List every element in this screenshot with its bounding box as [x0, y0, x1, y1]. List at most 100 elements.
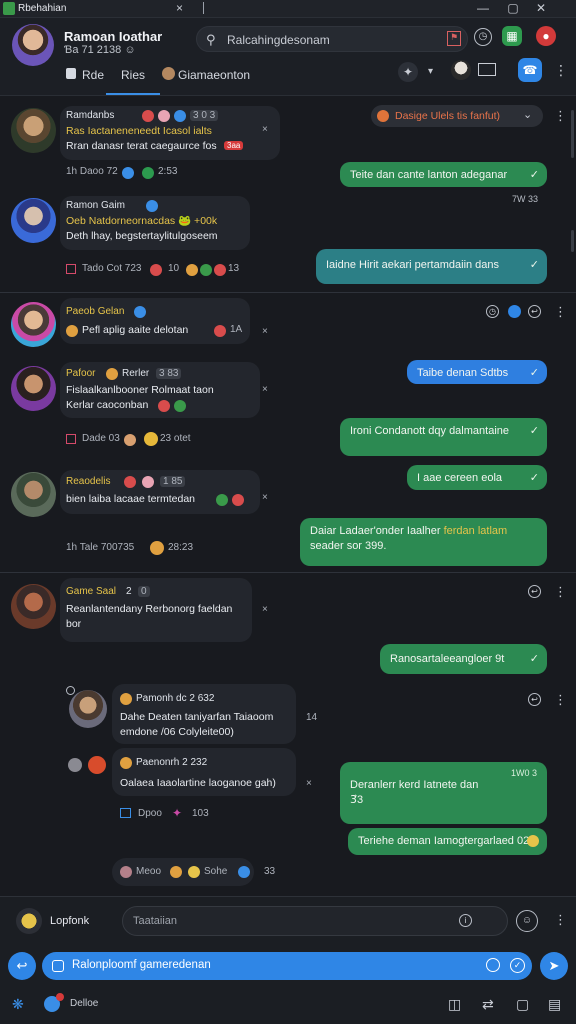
- tab-rde[interactable]: Rde: [82, 68, 104, 82]
- status-icon[interactable]: [508, 305, 521, 318]
- reply-icon[interactable]: ↩: [528, 585, 541, 598]
- history-icon[interactable]: ◷: [474, 28, 492, 46]
- reply-bar[interactable]: Ralonploomf gameredenan ✓: [42, 952, 532, 980]
- message-text: Rran danasr terat caegaurce fos: [66, 140, 217, 152]
- message-text: I aae cereen eola: [417, 472, 503, 484]
- contact-avatar[interactable]: [11, 366, 56, 411]
- message-input[interactable]: Taataiian i: [122, 906, 508, 936]
- more-options-icon[interactable]: ⋮: [554, 692, 567, 708]
- reaction-icon[interactable]: [186, 264, 198, 276]
- reply-icon[interactable]: ↩: [528, 693, 541, 706]
- timer-icon[interactable]: [486, 958, 500, 972]
- maximize-button[interactable]: ▢: [506, 1, 520, 15]
- incoming-message: Reaodelis 1 85 bien laiba lacaae termted…: [60, 470, 260, 514]
- layers-icon[interactable]: ▤: [548, 996, 561, 1013]
- minimize-button[interactable]: —: [476, 1, 490, 15]
- message-text: Reanlantendany Rerbonorg faeldan: [66, 603, 233, 615]
- tab-close-icon[interactable]: ×: [176, 1, 183, 15]
- apps-icon[interactable]: ❋: [12, 996, 24, 1013]
- more-options-icon[interactable]: ⋮: [554, 304, 567, 320]
- reaction-icon[interactable]: [214, 264, 226, 276]
- incoming-message: Game Saal 2 0 Reanlantendany Rerbonorg f…: [60, 578, 252, 642]
- contact-avatar[interactable]: [11, 584, 56, 629]
- badge: 3 0 3: [190, 110, 219, 121]
- timer-icon[interactable]: ◷: [486, 305, 499, 318]
- send-button[interactable]: ➤: [540, 952, 568, 980]
- pinned-banner[interactable]: Dasige Ulels tis fanfut) ⌄: [371, 105, 543, 127]
- thread-message: Paenonrh 2 232 Oalaea Iaaolartine laogan…: [112, 748, 296, 796]
- close-icon[interactable]: ×: [262, 124, 268, 135]
- emoji-picker-icon[interactable]: ☺: [516, 910, 538, 932]
- chevron-down-icon[interactable]: ⌄: [523, 108, 532, 121]
- window-icon[interactable]: ▢: [516, 996, 529, 1013]
- attach-button[interactable]: ↩: [8, 952, 36, 980]
- reaction-count: 10: [168, 263, 180, 274]
- contact-avatar-small[interactable]: [451, 60, 471, 80]
- close-icon[interactable]: ×: [306, 778, 312, 789]
- reaction-icon[interactable]: [68, 758, 82, 772]
- screen-share-icon[interactable]: [478, 63, 496, 76]
- thread-icon: [66, 686, 75, 695]
- incoming-message: Pafoor Rerler 3 83 Fislaalkanlbooner Rol…: [60, 362, 260, 418]
- tools-icon[interactable]: ✦: [398, 62, 418, 82]
- chevron-down-icon[interactable]: ▾: [428, 66, 433, 77]
- read-check-icon: ✓: [529, 425, 539, 437]
- close-icon[interactable]: ×: [262, 384, 268, 395]
- flag-icon[interactable]: ⚑: [447, 31, 461, 46]
- reaction-icon[interactable]: ✦: [172, 806, 182, 820]
- app-green-icon[interactable]: ▦: [502, 26, 522, 46]
- contact-avatar[interactable]: [11, 302, 56, 347]
- call-button[interactable]: ☎: [518, 58, 542, 82]
- outgoing-message: I aae cereen eola ✓: [407, 465, 547, 490]
- reaction-icon[interactable]: [124, 434, 136, 446]
- share-icon[interactable]: ⇄: [482, 996, 494, 1013]
- more-options-icon[interactable]: ⋮: [554, 912, 567, 928]
- tab-giamaeonton[interactable]: Giamaeonton: [178, 68, 250, 82]
- more-options-icon[interactable]: ⋮: [554, 62, 568, 79]
- message-text: emdone /06 Colyleite00): [120, 726, 234, 738]
- home-icon: [66, 68, 76, 79]
- notification-icon[interactable]: ●: [536, 26, 556, 46]
- message-count: 14: [306, 712, 318, 723]
- message-text: Iaidne Hirit aekari pertamdaiin dans: [326, 259, 500, 271]
- reaction-icon[interactable]: [122, 167, 134, 179]
- folder-icon: [120, 808, 131, 818]
- search-input[interactable]: Ralcahingdesonam: [227, 33, 330, 47]
- reaction-icon[interactable]: [200, 264, 212, 276]
- clipboard-icon[interactable]: ◫: [448, 996, 461, 1013]
- reaction-icon[interactable]: [88, 756, 106, 774]
- info-icon[interactable]: i: [459, 914, 472, 927]
- contact-avatar[interactable]: [11, 108, 56, 153]
- search-bar[interactable]: ⚲ Ralcahingdesonam ⚑: [196, 26, 468, 52]
- scrollbar-thumb-2[interactable]: [571, 230, 574, 252]
- message-text: bor: [66, 618, 82, 630]
- reply-icon[interactable]: ↩: [528, 305, 541, 318]
- more-options-icon[interactable]: ⋮: [554, 108, 567, 124]
- reaction-icon[interactable]: [150, 541, 164, 555]
- more-options-icon[interactable]: ⋮: [554, 584, 567, 600]
- badge: 3 83: [156, 368, 182, 379]
- reaction-icon[interactable]: [142, 167, 154, 179]
- close-icon[interactable]: ×: [262, 326, 268, 337]
- message-text: Kerlar caoconban: [66, 399, 149, 411]
- message-time: 28:23: [168, 542, 194, 553]
- emoji-icon: [120, 693, 132, 705]
- contact-avatar[interactable]: [11, 472, 56, 517]
- reaction-icon[interactable]: [144, 432, 158, 446]
- reply-input[interactable]: Ralonploomf gameredenan: [72, 959, 211, 971]
- thread-reactions[interactable]: Meoo Sohe: [112, 858, 254, 886]
- contact-avatar[interactable]: [11, 198, 56, 243]
- confirm-icon[interactable]: ✓: [510, 958, 525, 973]
- profile-avatar[interactable]: [12, 24, 54, 66]
- message-text: Ranosartaleeangloer 9t: [390, 653, 505, 665]
- close-icon[interactable]: ×: [262, 604, 268, 615]
- tab-ries[interactable]: Ries: [121, 68, 145, 82]
- contact-avatar[interactable]: [69, 690, 107, 728]
- outgoing-message: Ironi Condanott dqy dalmantaine ✓: [340, 418, 547, 456]
- window-title: Rbehahian: [18, 3, 67, 14]
- close-window-button[interactable]: ✕: [534, 1, 548, 15]
- search-icon: ⚲: [206, 32, 216, 47]
- scrollbar-thumb[interactable]: [571, 110, 574, 158]
- reaction-icon[interactable]: [150, 264, 162, 276]
- close-icon[interactable]: ×: [262, 492, 268, 503]
